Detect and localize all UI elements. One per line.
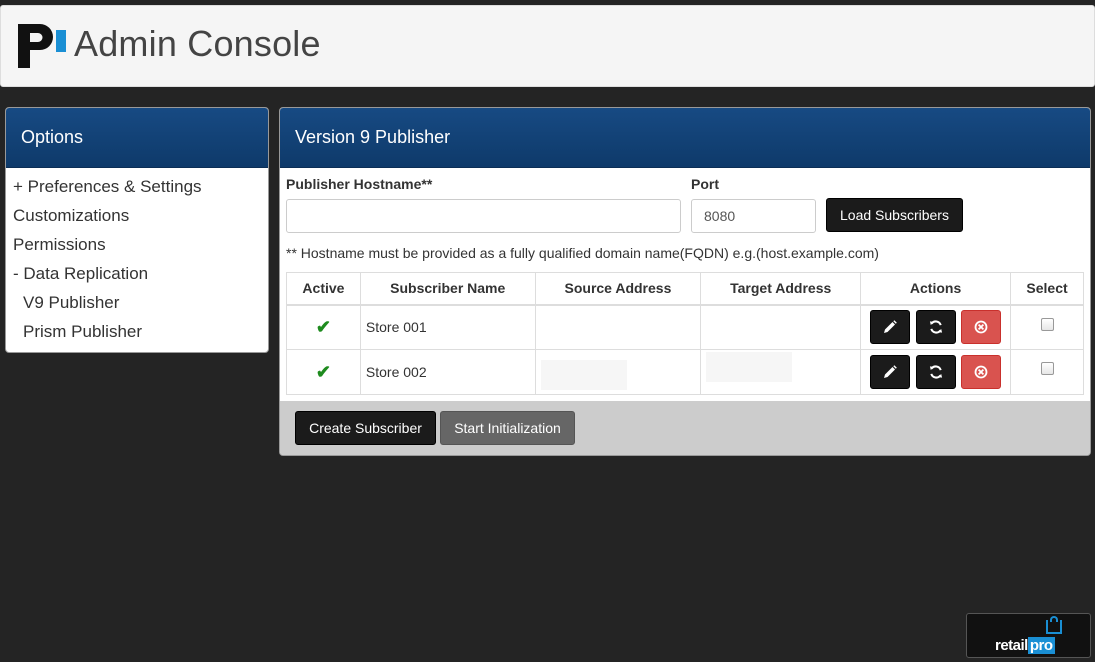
app-header: Admin Console [0, 5, 1095, 87]
options-panel-title: Options [6, 108, 268, 168]
option-preferences-settings[interactable]: + Preferences & Settings [13, 174, 268, 203]
pencil-icon [883, 365, 897, 378]
active-check-icon: ✔ [286, 349, 361, 395]
select-cell [1010, 304, 1084, 350]
select-checkbox[interactable] [1040, 362, 1054, 375]
option-v9-publisher[interactable]: V9 Publisher [13, 290, 268, 319]
options-list: + Preferences & Settings Customizations … [6, 168, 268, 348]
create-subscriber-button[interactable]: Create Subscriber [295, 411, 436, 445]
refresh-icon [929, 365, 942, 379]
publisher-panel-title: Version 9 Publisher [280, 108, 1090, 168]
table-header-row: Active Subscriber Name Source Address Ta… [286, 272, 1084, 306]
shopping-bag-icon [1046, 620, 1062, 634]
load-subscribers-button[interactable]: Load Subscribers [826, 198, 963, 232]
app-title: Admin Console [74, 23, 321, 64]
hostname-input[interactable] [286, 199, 681, 233]
port-label: Port [691, 176, 719, 192]
source-address [534, 349, 702, 395]
remove-circle-icon [975, 365, 988, 379]
col-actions: Actions [860, 272, 1012, 306]
source-address [534, 304, 702, 350]
edit-button[interactable] [869, 355, 910, 389]
hostname-label: Publisher Hostname** [286, 176, 433, 192]
select-cell [1010, 349, 1084, 395]
redacted-box [540, 359, 627, 390]
subscriber-name: Store 001 [359, 304, 536, 350]
pencil-icon [883, 320, 897, 334]
select-checkbox[interactable] [1040, 317, 1054, 331]
prism-logo [18, 24, 66, 68]
refresh-button[interactable] [915, 310, 956, 345]
redacted-box [706, 351, 793, 382]
remove-circle-icon [975, 320, 988, 334]
col-source-address[interactable]: Source Address [534, 272, 702, 306]
col-select: Select [1010, 272, 1084, 306]
row-actions [860, 349, 1012, 395]
hostname-note: ** Hostname must be provided as a fully … [286, 245, 879, 261]
delete-button[interactable] [961, 310, 1002, 345]
col-target-address[interactable]: Target Address [700, 272, 862, 306]
subscriber-name: Store 002 [359, 349, 536, 395]
retailpro-logo: retail pro [966, 613, 1091, 658]
edit-button[interactable] [869, 310, 910, 345]
start-initialization-button[interactable]: Start Initialization [440, 411, 575, 445]
options-panel: Options + Preferences & Settings Customi… [5, 107, 269, 353]
target-address [700, 304, 862, 350]
delete-button[interactable] [961, 355, 1002, 389]
option-permissions[interactable]: Permissions [13, 232, 268, 261]
brand-pro: pro [1027, 637, 1055, 654]
col-active[interactable]: Active [286, 272, 361, 306]
option-prism-publisher[interactable]: Prism Publisher [13, 319, 268, 348]
brand-retail: retail [995, 637, 1028, 654]
table-row: ✔ Store 002 [286, 349, 1084, 395]
refresh-icon [929, 320, 942, 334]
subscribers-table: Active Subscriber Name Source Address Ta… [286, 272, 1084, 395]
table-row: ✔ Store 001 [286, 304, 1084, 350]
refresh-button[interactable] [915, 355, 956, 389]
panel-footer: Create Subscriber Start Initialization [280, 401, 1090, 455]
port-input[interactable]: 8080 [691, 199, 816, 233]
option-data-replication[interactable]: - Data Replication [13, 261, 268, 290]
row-actions [860, 304, 1012, 350]
target-address [700, 349, 862, 395]
col-subscriber-name[interactable]: Subscriber Name [359, 272, 536, 306]
active-check-icon: ✔ [286, 304, 361, 350]
publisher-panel: Version 9 Publisher Publisher Hostname**… [279, 107, 1091, 456]
option-customizations[interactable]: Customizations [13, 203, 268, 232]
